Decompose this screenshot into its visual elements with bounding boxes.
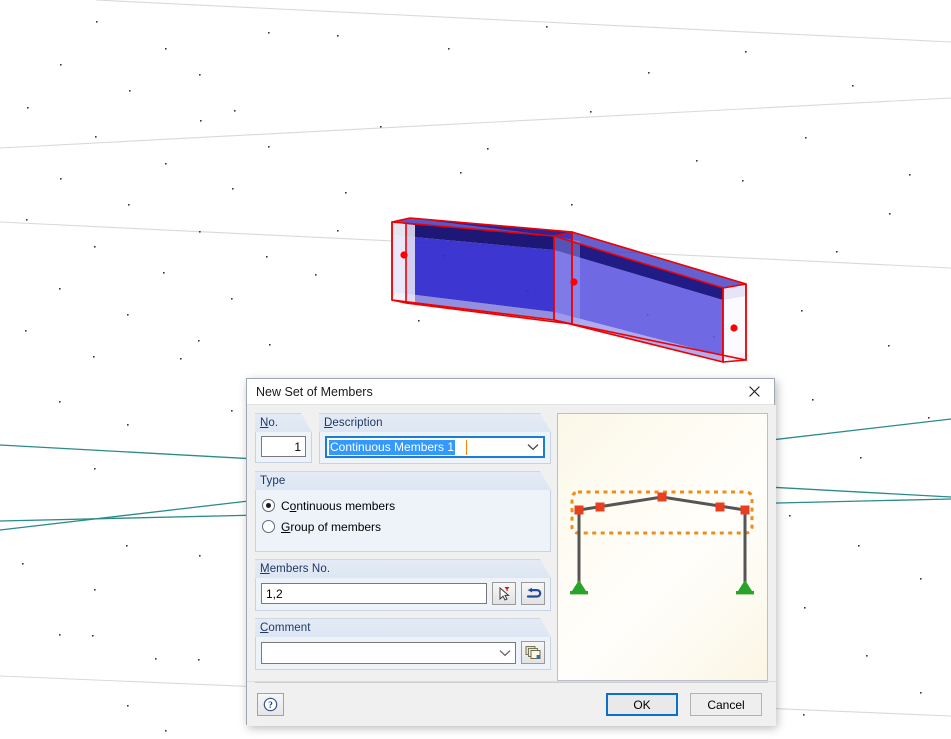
members-no-group-body: [255, 578, 551, 611]
description-group-header: Description: [319, 413, 551, 432]
no-group: No.: [255, 413, 312, 464]
radio-continuous-members-label: Continuous members: [281, 498, 396, 513]
new-set-of-members-dialog: New Set of Members No. 1 Description Con…: [246, 378, 776, 726]
chevron-down-icon[interactable]: [499, 646, 511, 660]
description-group: Description Continuous Members 1: [319, 413, 551, 464]
radio-continuous-members-mark: [262, 499, 275, 512]
description-label: Description: [324, 417, 383, 429]
frame-preview-svg: [570, 490, 754, 595]
comment-label: Comment: [260, 622, 311, 634]
no-group-body: [255, 432, 312, 463]
cancel-button[interactable]: Cancel: [690, 693, 762, 716]
frame-columns: [577, 508, 747, 588]
comment-group-body: [255, 637, 551, 670]
text-caret: [466, 440, 467, 455]
no-group-header: No.: [255, 413, 312, 432]
comment-value: [264, 645, 266, 660]
comment-row: [256, 637, 550, 669]
frame-nodes: [574, 492, 750, 515]
type-group-header: Type: [255, 471, 551, 490]
radio-group-of-members-label: Group of members: [281, 519, 382, 534]
svg-text:?: ?: [268, 701, 273, 711]
radio-group-of-members[interactable]: Group of members: [256, 516, 550, 537]
no-label: No.: [260, 417, 279, 429]
no-input[interactable]: [261, 436, 306, 457]
comment-group-header: Comment: [255, 618, 551, 637]
chevron-down-icon[interactable]: [527, 440, 539, 454]
dialog-titlebar: New Set of Members: [247, 379, 774, 405]
type-group-body: Continuous members Group of members: [255, 490, 551, 552]
type-group: Type Continuous members Group of members: [255, 471, 551, 552]
dialog-title: New Set of Members: [256, 384, 373, 399]
members-no-label: Members No.: [260, 563, 331, 575]
dialog-footer: ? OK Cancel: [247, 681, 776, 726]
members-no-group-header: Members No.: [255, 559, 551, 578]
stacked-windows-icon[interactable]: [521, 641, 545, 664]
dialog-left-column: No. Description Continuous Members 1: [255, 413, 551, 677]
footer-separator: [255, 682, 768, 683]
select-cursor-icon[interactable]: [492, 582, 516, 605]
description-combobox[interactable]: Continuous Members 1: [325, 436, 545, 458]
description-value: Continuous Members 1: [329, 440, 456, 455]
close-icon[interactable]: [734, 379, 774, 404]
comment-group: Comment: [255, 618, 551, 670]
help-question-icon[interactable]: ?: [257, 693, 284, 716]
curved-arrow-icon[interactable]: [521, 582, 545, 605]
comment-combobox[interactable]: [261, 641, 516, 664]
members-no-input[interactable]: [261, 583, 487, 604]
frame-supports: [570, 580, 754, 595]
radio-group-of-members-mark: [262, 520, 275, 533]
tapered-i-beam: [391, 217, 747, 364]
no-description-row: No. Description Continuous Members 1: [255, 413, 551, 471]
description-group-body: Continuous Members 1: [319, 432, 551, 464]
ok-button[interactable]: OK: [606, 693, 678, 716]
frame-preview: [557, 413, 768, 681]
dialog-body: No. Description Continuous Members 1: [247, 405, 776, 726]
members-no-row: [256, 578, 550, 610]
radio-continuous-members[interactable]: Continuous members: [256, 495, 550, 516]
type-label: Type: [260, 475, 286, 487]
members-no-group: Members No.: [255, 559, 551, 611]
